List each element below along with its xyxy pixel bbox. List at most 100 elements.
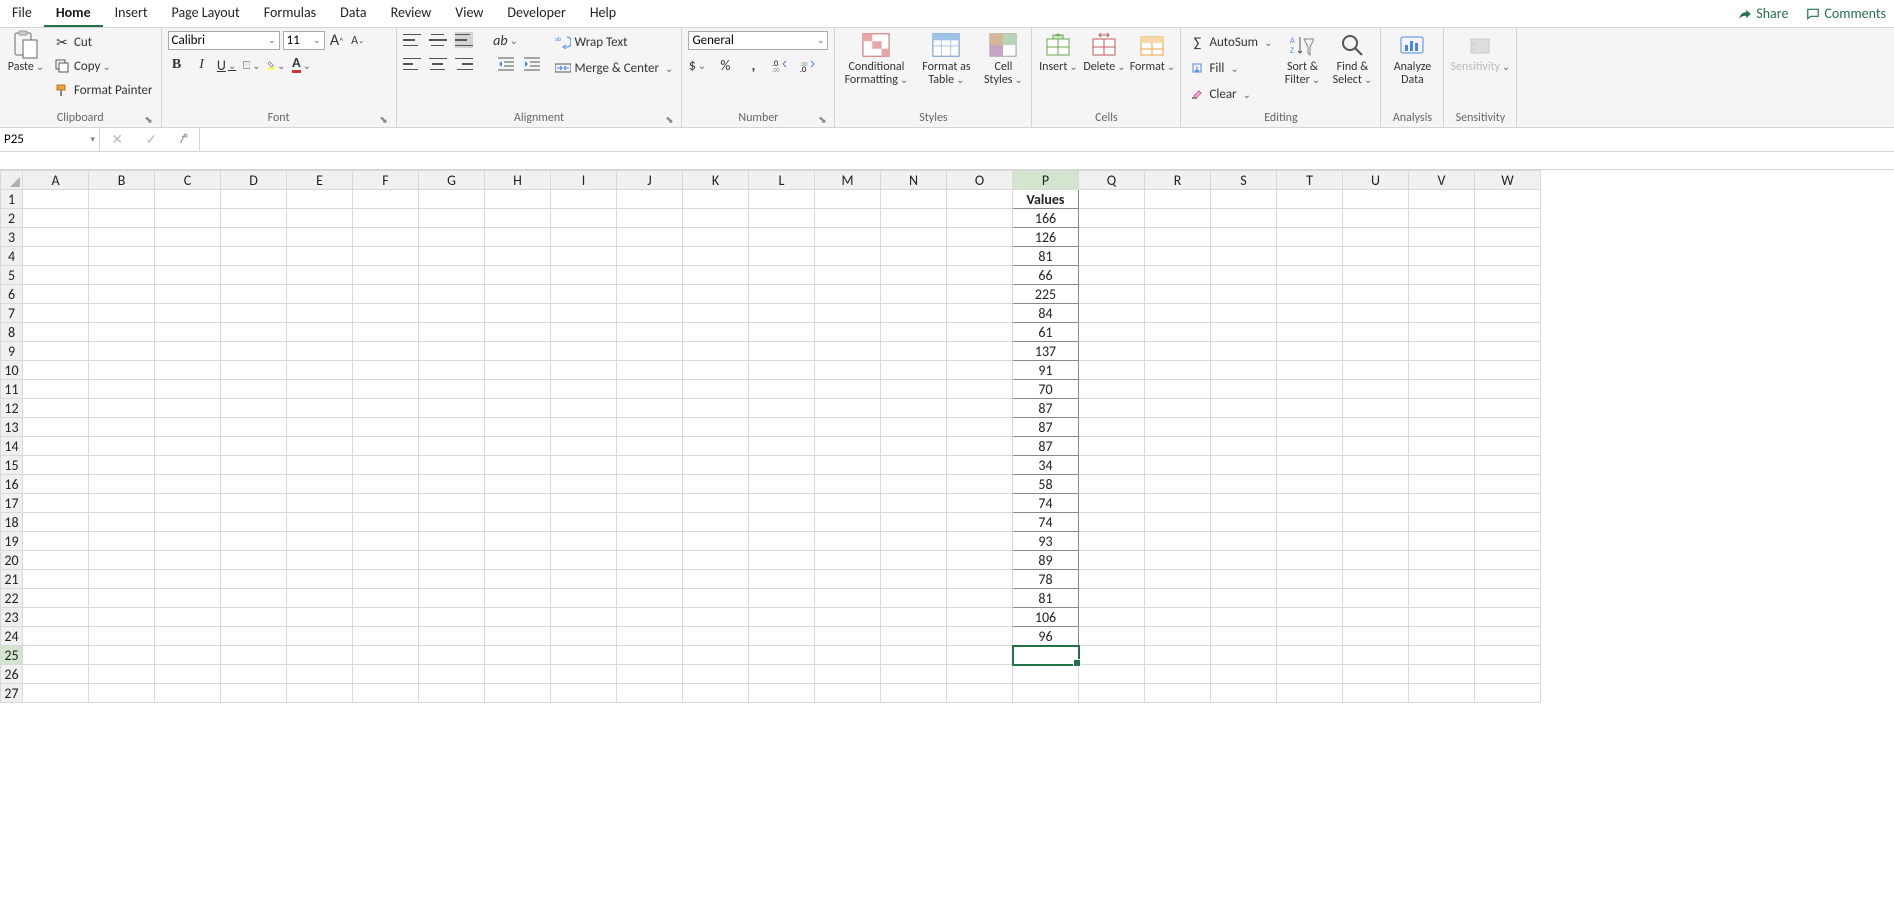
- cell-F9[interactable]: [353, 342, 419, 361]
- row-header-12[interactable]: 12: [1, 399, 23, 418]
- cell-U11[interactable]: [1343, 380, 1409, 399]
- cell-P4[interactable]: 81: [1013, 247, 1079, 266]
- cell-V16[interactable]: [1409, 475, 1475, 494]
- cell-V9[interactable]: [1409, 342, 1475, 361]
- cell-R25[interactable]: [1145, 646, 1211, 665]
- cell-P19[interactable]: 93: [1013, 532, 1079, 551]
- cell-J9[interactable]: [617, 342, 683, 361]
- cell-K7[interactable]: [683, 304, 749, 323]
- cell-N20[interactable]: [881, 551, 947, 570]
- cell-A7[interactable]: [23, 304, 89, 323]
- cell-Q20[interactable]: [1079, 551, 1145, 570]
- cell-J21[interactable]: [617, 570, 683, 589]
- row-header-1[interactable]: 1: [1, 190, 23, 209]
- cell-C25[interactable]: [155, 646, 221, 665]
- cell-B17[interactable]: [89, 494, 155, 513]
- cell-C2[interactable]: [155, 209, 221, 228]
- cell-T5[interactable]: [1277, 266, 1343, 285]
- cell-W23[interactable]: [1475, 608, 1541, 627]
- cell-S24[interactable]: [1211, 627, 1277, 646]
- cell-D18[interactable]: [221, 513, 287, 532]
- cell-G2[interactable]: [419, 209, 485, 228]
- cell-I12[interactable]: [551, 399, 617, 418]
- cell-W19[interactable]: [1475, 532, 1541, 551]
- cell-J27[interactable]: [617, 684, 683, 703]
- cell-G13[interactable]: [419, 418, 485, 437]
- cell-U19[interactable]: [1343, 532, 1409, 551]
- cell-V14[interactable]: [1409, 437, 1475, 456]
- cell-O22[interactable]: [947, 589, 1013, 608]
- row-header-2[interactable]: 2: [1, 209, 23, 228]
- cell-C27[interactable]: [155, 684, 221, 703]
- cell-F17[interactable]: [353, 494, 419, 513]
- cell-E17[interactable]: [287, 494, 353, 513]
- cell-I2[interactable]: [551, 209, 617, 228]
- cell-O6[interactable]: [947, 285, 1013, 304]
- clear-button[interactable]: Clear: [1187, 83, 1274, 105]
- cell-W4[interactable]: [1475, 247, 1541, 266]
- column-header-T[interactable]: T: [1277, 171, 1343, 190]
- cell-S11[interactable]: [1211, 380, 1277, 399]
- cell-L7[interactable]: [749, 304, 815, 323]
- cell-I25[interactable]: [551, 646, 617, 665]
- cell-Q25[interactable]: [1079, 646, 1145, 665]
- cell-K5[interactable]: [683, 266, 749, 285]
- number-format-select[interactable]: General⌄: [688, 31, 828, 50]
- cell-P12[interactable]: 87: [1013, 399, 1079, 418]
- cell-V22[interactable]: [1409, 589, 1475, 608]
- cell-V24[interactable]: [1409, 627, 1475, 646]
- cell-J6[interactable]: [617, 285, 683, 304]
- cell-O16[interactable]: [947, 475, 1013, 494]
- cell-D4[interactable]: [221, 247, 287, 266]
- cell-D21[interactable]: [221, 570, 287, 589]
- cell-Q10[interactable]: [1079, 361, 1145, 380]
- cell-I21[interactable]: [551, 570, 617, 589]
- row-header-9[interactable]: 9: [1, 342, 23, 361]
- cell-H25[interactable]: [485, 646, 551, 665]
- cell-S13[interactable]: [1211, 418, 1277, 437]
- cell-L8[interactable]: [749, 323, 815, 342]
- cell-T13[interactable]: [1277, 418, 1343, 437]
- cell-K11[interactable]: [683, 380, 749, 399]
- cell-H24[interactable]: [485, 627, 551, 646]
- cell-F3[interactable]: [353, 228, 419, 247]
- cell-B12[interactable]: [89, 399, 155, 418]
- cell-L6[interactable]: [749, 285, 815, 304]
- cell-R23[interactable]: [1145, 608, 1211, 627]
- cell-O7[interactable]: [947, 304, 1013, 323]
- cell-V26[interactable]: [1409, 665, 1475, 684]
- spreadsheet-grid[interactable]: ABCDEFGHIJKLMNOPQRSTUVW1Values2166312648…: [0, 170, 1541, 703]
- cell-I13[interactable]: [551, 418, 617, 437]
- cell-F8[interactable]: [353, 323, 419, 342]
- cell-P22[interactable]: 81: [1013, 589, 1079, 608]
- cell-T19[interactable]: [1277, 532, 1343, 551]
- cell-Q11[interactable]: [1079, 380, 1145, 399]
- cell-T7[interactable]: [1277, 304, 1343, 323]
- cell-D26[interactable]: [221, 665, 287, 684]
- cell-F5[interactable]: [353, 266, 419, 285]
- cell-F15[interactable]: [353, 456, 419, 475]
- cell-B14[interactable]: [89, 437, 155, 456]
- cell-N6[interactable]: [881, 285, 947, 304]
- cell-H20[interactable]: [485, 551, 551, 570]
- cell-M17[interactable]: [815, 494, 881, 513]
- paste-button[interactable]: Paste: [6, 31, 46, 74]
- cell-L1[interactable]: [749, 190, 815, 209]
- cell-K19[interactable]: [683, 532, 749, 551]
- cell-D13[interactable]: [221, 418, 287, 437]
- cell-S5[interactable]: [1211, 266, 1277, 285]
- cell-K24[interactable]: [683, 627, 749, 646]
- cell-T11[interactable]: [1277, 380, 1343, 399]
- cell-B10[interactable]: [89, 361, 155, 380]
- cell-H8[interactable]: [485, 323, 551, 342]
- cell-F4[interactable]: [353, 247, 419, 266]
- cell-K9[interactable]: [683, 342, 749, 361]
- cell-M14[interactable]: [815, 437, 881, 456]
- cell-W13[interactable]: [1475, 418, 1541, 437]
- cell-E10[interactable]: [287, 361, 353, 380]
- tab-formulas[interactable]: Formulas: [252, 0, 328, 27]
- cell-U17[interactable]: [1343, 494, 1409, 513]
- cell-P16[interactable]: 58: [1013, 475, 1079, 494]
- copy-button[interactable]: Copy: [52, 55, 155, 77]
- cell-O9[interactable]: [947, 342, 1013, 361]
